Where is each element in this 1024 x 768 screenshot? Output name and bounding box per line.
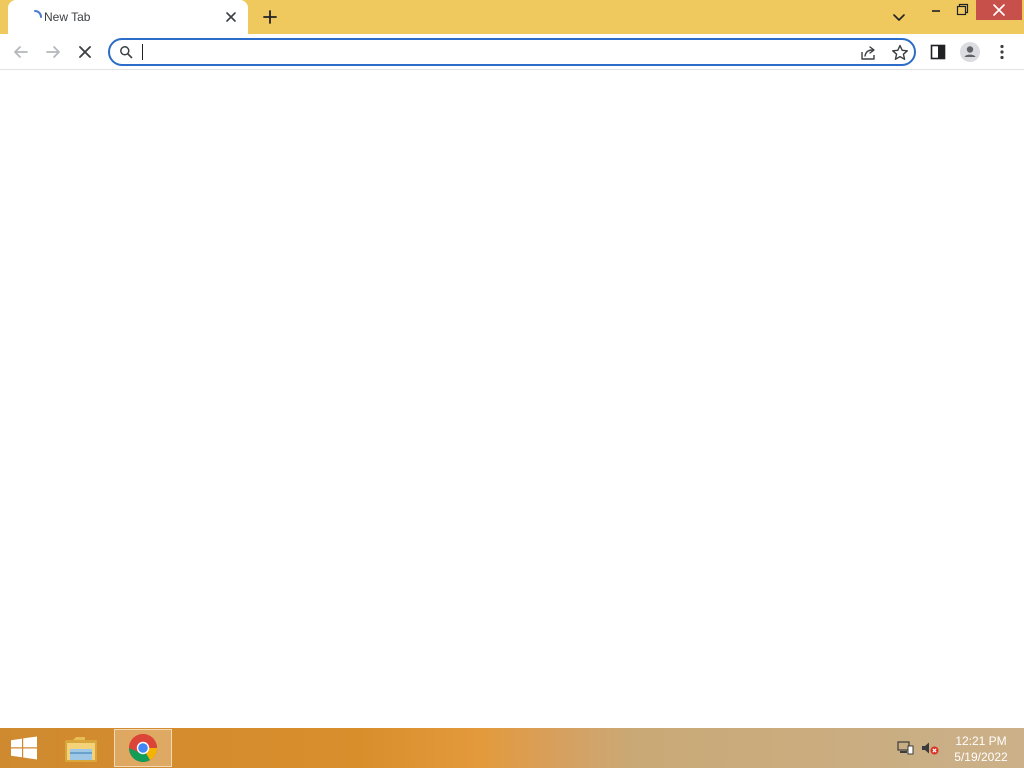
forward-arrow-icon[interactable] xyxy=(40,39,66,65)
minimize-icon[interactable] xyxy=(924,0,948,20)
network-icon[interactable] xyxy=(896,740,914,756)
clock-date: 5/19/2022 xyxy=(954,750,1008,764)
window-close-icon[interactable] xyxy=(976,0,1022,20)
share-icon[interactable] xyxy=(858,43,878,63)
browser-toolbar xyxy=(0,34,1024,70)
address-input[interactable] xyxy=(140,42,840,62)
taskbar-file-explorer[interactable] xyxy=(52,729,110,767)
windows-start-icon[interactable] xyxy=(0,728,48,768)
profile-avatar-icon[interactable] xyxy=(957,39,983,65)
windows-taskbar: 12:21 PM 5/19/2022 xyxy=(0,728,1024,768)
tab-new-tab[interactable]: New Tab xyxy=(8,0,248,34)
tab-title: New Tab xyxy=(44,10,91,24)
back-arrow-icon[interactable] xyxy=(8,39,34,65)
folder-icon xyxy=(65,737,97,762)
bookmark-star-icon[interactable] xyxy=(890,43,910,63)
clock-time: 12:21 PM xyxy=(955,734,1007,748)
side-panel-icon[interactable] xyxy=(925,39,951,65)
address-bar[interactable] xyxy=(108,38,916,66)
tab-close-icon[interactable] xyxy=(222,8,240,26)
volume-muted-icon[interactable] xyxy=(920,740,940,756)
more-vert-menu-icon[interactable] xyxy=(989,39,1015,65)
page-content xyxy=(0,70,1024,728)
chrome-icon xyxy=(129,734,157,762)
taskbar-clock[interactable]: 12:21 PM 5/19/2022 xyxy=(948,733,1014,765)
new-tab-plus-icon[interactable] xyxy=(258,5,282,29)
search-icon xyxy=(120,46,133,59)
restore-icon[interactable] xyxy=(950,0,974,20)
text-caret xyxy=(142,44,143,60)
browser-title-bar: New Tab xyxy=(0,0,1024,34)
loading-spinner-icon xyxy=(34,10,42,18)
stop-loading-icon[interactable] xyxy=(72,39,98,65)
taskbar-google-chrome[interactable] xyxy=(114,729,172,767)
tab-search-chevron-down-icon[interactable] xyxy=(888,6,910,28)
